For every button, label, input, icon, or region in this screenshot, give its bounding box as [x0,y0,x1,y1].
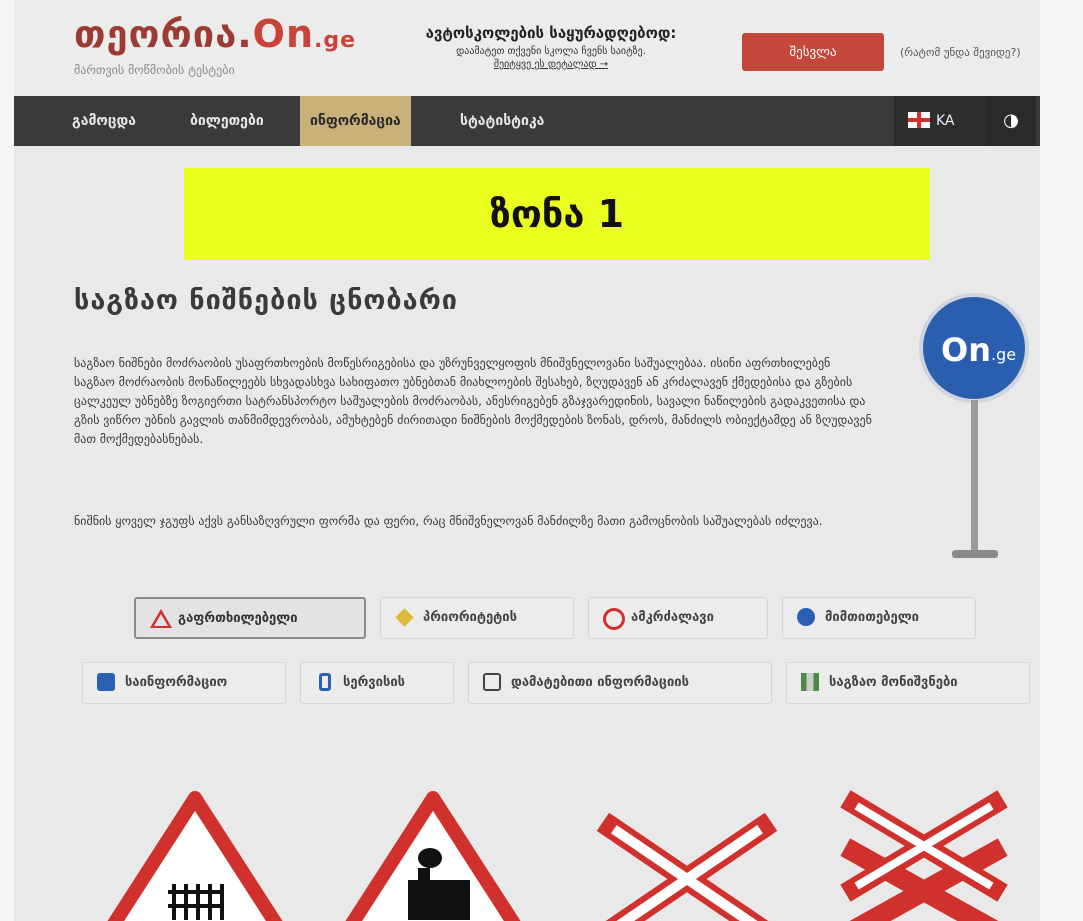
category-priority-button[interactable]: პრიორიტეტის [380,597,574,639]
category-additional-info-button[interactable]: დამატებითი ინფორმაციის [468,662,772,704]
category-mandatory-button[interactable]: მიმთითებელი [782,597,976,639]
language-code: KA [936,113,955,129]
promo-link[interactable]: შეიტყვე ეს დეტალად → [386,59,716,70]
why-login-link[interactable]: (რატომ უნდა შევიდე?) [900,46,1021,59]
site-header: თეორია.On.ge მართვის მოწმობის ტესტები ავ… [14,0,1040,96]
category-label: პრიორიტეტის [423,610,517,625]
georgian-flag-icon [908,112,930,128]
category-prohibitory-button[interactable]: ამკრძალავი [588,597,768,639]
road-marking-icon [801,673,821,693]
promo-title: ავტოსკოლების საყურადღებოდ: [425,24,677,42]
additional-info-icon [483,673,503,693]
page-title: საგზაო ნიშნების ცნობარი [74,285,459,316]
sign-multi-track-crossing[interactable] [826,780,1016,921]
information-square-icon [97,673,117,693]
onge-round-sign-image: On .ge [919,293,1029,403]
site-logo[interactable]: თეორია.On.ge მართვის მოწმობის ტესტები [74,14,356,77]
nav-item-tickets[interactable]: ბილეთები [180,96,274,146]
page-gutter-left [0,0,14,921]
language-switcher[interactable]: KA [894,96,986,146]
sign-ge-text: .ge [991,345,1017,364]
category-road-markings-button[interactable]: საგზაო მონიშვნები [786,662,1030,704]
steam-train-sign-icon [345,791,521,921]
category-label: საგზაო მონიშვნები [829,675,958,690]
category-label: მიმთითებელი [825,610,919,625]
page: თეორია.On.ge მართვის მოწმობის ტესტები ავ… [14,0,1040,921]
login-button[interactable]: შესვლა [742,33,884,71]
intro-paragraph-2: ნიშნის ყოველ ჯგუფს აქვს განსაზღვრული ფორ… [74,514,823,528]
st-andrews-cross-sign-icon [596,812,778,921]
intro-paragraph: საგზაო ნიშნები მოძრაობის უსაფრთხოების მო… [74,356,872,446]
railway-barrier-sign-icon [107,791,283,921]
sign-on-text: On [941,331,991,369]
promo-text: დაამატეთ თქვენი სკოლა ჩვენს საიტზე. [456,46,646,57]
sign-pole-base [952,550,998,558]
category-information-button[interactable]: საინფორმაციო [82,662,286,704]
sign-pole [971,400,978,552]
logo-wordmark: თეორია.On.ge [74,12,357,56]
sign-single-track-crossing[interactable] [592,780,782,921]
page-gutter-right [1040,0,1083,921]
nav-item-information[interactable]: ინფორმაცია [300,96,411,146]
category-label: სერვისის [343,675,406,690]
contrast-toggle-icon[interactable]: ◑ [986,96,1036,146]
category-label: საინფორმაციო [125,675,228,690]
category-label: დამატებითი ინფორმაციის [511,675,690,690]
zone-banner: ზონა 1 [184,168,930,260]
nav-item-statistics[interactable]: სტატისტიკა [450,96,554,146]
sign-railway-crossing-barrier[interactable] [100,780,290,921]
category-service-button[interactable]: სერვისის [300,662,454,704]
category-label: გაფრთხილებელი [178,611,298,626]
logo-tagline: მართვის მოწმობის ტესტები [74,63,235,77]
driving-school-promo: ავტოსკოლების საყურადღებოდ: დაამატეთ თქვე… [386,24,716,70]
prohibitory-ring-icon [603,608,625,630]
sign-railway-crossing-no-barrier[interactable] [338,780,528,921]
double-cross-sign-icon [840,790,1008,921]
warning-triangle-icon [150,609,172,629]
category-label: ამკრძალავი [631,610,714,625]
service-icon [315,673,335,693]
nav-item-exam[interactable]: გამოცდა [62,96,146,146]
category-warning-button[interactable]: გაფრთხილებელი [134,597,366,639]
main-nav: გამოცდა ბილეთები ინფორმაცია სტატისტიკა K… [14,96,1040,146]
mandatory-circle-icon [797,608,817,628]
priority-diamond-icon [395,608,415,628]
